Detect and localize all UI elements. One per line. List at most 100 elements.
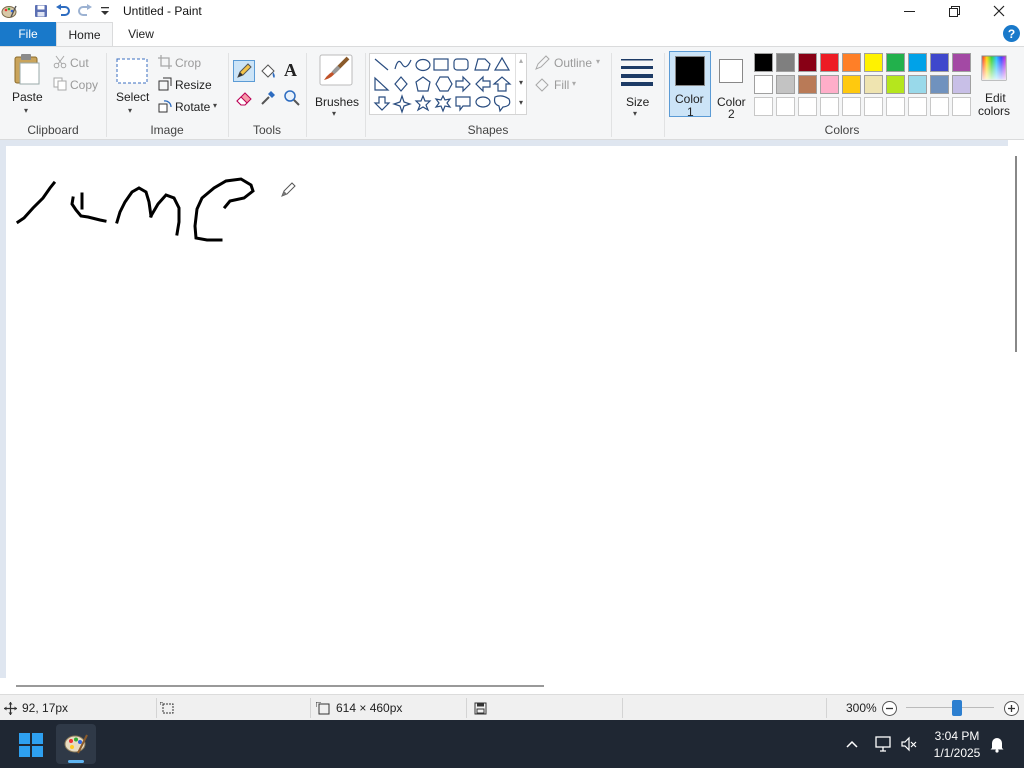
- drawing-canvas[interactable]: [6, 146, 1008, 678]
- palette-swatch-empty[interactable]: [820, 97, 839, 116]
- resize-icon: [158, 77, 172, 91]
- fill-button[interactable]: Fill ▾: [533, 75, 605, 95]
- palette-swatch[interactable]: [820, 53, 839, 72]
- crop-button[interactable]: Crop: [156, 53, 222, 73]
- chevron-down-icon[interactable]: ▾: [519, 78, 523, 87]
- vertical-scroll-thumb[interactable]: [1015, 156, 1017, 352]
- close-button[interactable]: [976, 0, 1022, 22]
- cut-button[interactable]: Cut: [52, 53, 104, 73]
- palette-swatch[interactable]: [842, 75, 861, 94]
- minimize-button[interactable]: [886, 0, 932, 22]
- clipboard-icon: [14, 54, 40, 85]
- palette-swatch[interactable]: [908, 53, 927, 72]
- brushes-button[interactable]: Brushes ▾: [310, 51, 362, 119]
- redo-icon[interactable]: [76, 3, 94, 19]
- palette-swatch[interactable]: [952, 53, 971, 72]
- shapes-gallery[interactable]: ▴ ▾ ▾: [369, 53, 527, 115]
- chevron-down-icon: ▾: [213, 101, 218, 110]
- rotate-button[interactable]: Rotate ▾: [156, 97, 222, 117]
- palette-swatch-empty[interactable]: [930, 97, 949, 116]
- edit-colors-label-1: Edit: [985, 91, 1006, 105]
- save-icon[interactable]: [32, 3, 50, 19]
- palette-swatch[interactable]: [952, 75, 971, 94]
- size-button[interactable]: Size ▾: [615, 51, 659, 119]
- outline-button[interactable]: Outline ▾: [533, 53, 605, 73]
- text-icon: A: [284, 60, 297, 80]
- palette-swatch[interactable]: [908, 75, 927, 94]
- eraser-tool-button[interactable]: [233, 87, 255, 109]
- rainbow-palette-icon: [981, 55, 1007, 81]
- taskbar-paint-app[interactable]: [56, 724, 96, 764]
- tools-group-label: Tools: [252, 123, 281, 137]
- chevron-down-icon: ▾: [332, 109, 337, 118]
- brushes-label: Brushes: [315, 95, 360, 109]
- color2-button[interactable]: Color 2: [713, 51, 751, 121]
- zoom-slider[interactable]: [906, 700, 994, 716]
- tab-home[interactable]: Home: [56, 22, 113, 46]
- vertical-scrollbar[interactable]: [1008, 140, 1024, 694]
- palette-swatch-empty[interactable]: [908, 97, 927, 116]
- chevron-up-icon[interactable]: ▴: [519, 56, 523, 65]
- clock-date[interactable]: 1/1/2025: [926, 746, 988, 760]
- palette-swatch[interactable]: [864, 75, 883, 94]
- select-button[interactable]: Select ▾: [112, 51, 152, 119]
- notifications-button[interactable]: [988, 735, 1006, 753]
- outline-icon: [535, 55, 550, 70]
- palette-swatch-empty[interactable]: [842, 97, 861, 116]
- color-picker-tool-button[interactable]: [257, 87, 279, 109]
- palette-swatch[interactable]: [754, 53, 773, 72]
- color1-label: Color: [675, 92, 704, 106]
- palette-swatch[interactable]: [754, 75, 773, 94]
- palette-swatch[interactable]: [776, 53, 795, 72]
- volume-button[interactable]: [900, 735, 918, 753]
- selection-size-icon: [160, 702, 174, 714]
- title-bar: Untitled - Paint: [0, 0, 1024, 22]
- text-tool-button[interactable]: A: [281, 60, 303, 82]
- palette-swatch[interactable]: [842, 53, 861, 72]
- palette-swatch[interactable]: [886, 75, 905, 94]
- undo-icon[interactable]: [54, 3, 72, 19]
- zoom-in-button[interactable]: [1003, 700, 1020, 717]
- paint-app-icon[interactable]: [0, 3, 18, 19]
- network-button[interactable]: [874, 735, 892, 753]
- palette-swatch[interactable]: [798, 75, 817, 94]
- palette-swatch[interactable]: [886, 53, 905, 72]
- resize-button[interactable]: Resize: [156, 75, 222, 95]
- tab-view[interactable]: View: [118, 22, 164, 46]
- palette-swatch-empty[interactable]: [776, 97, 795, 116]
- palette-swatch-empty[interactable]: [864, 97, 883, 116]
- magnifier-tool-button[interactable]: [281, 87, 303, 109]
- show-hidden-icons-button[interactable]: [844, 736, 860, 752]
- maximize-button[interactable]: [931, 0, 977, 22]
- expand-gallery-icon[interactable]: ▾: [519, 98, 523, 107]
- palette-swatch[interactable]: [776, 75, 795, 94]
- palette-swatch-empty[interactable]: [886, 97, 905, 116]
- outline-label: Outline: [554, 56, 593, 70]
- palette-swatch[interactable]: [820, 75, 839, 94]
- paste-button[interactable]: Paste ▾: [4, 51, 48, 119]
- copy-button[interactable]: Copy: [52, 75, 104, 95]
- palette-swatch[interactable]: [864, 53, 883, 72]
- horizontal-scrollbar[interactable]: [0, 678, 1008, 694]
- horizontal-scroll-thumb[interactable]: [16, 685, 544, 687]
- palette-swatch[interactable]: [930, 75, 949, 94]
- help-button[interactable]: ?: [1003, 25, 1020, 42]
- group-divider: [611, 53, 612, 137]
- clock-time[interactable]: 3:04 PM: [926, 729, 988, 743]
- palette-swatch-empty[interactable]: [798, 97, 817, 116]
- freehand-drawing: [15, 177, 296, 242]
- palette-swatch[interactable]: [798, 53, 817, 72]
- palette-swatch-empty[interactable]: [952, 97, 971, 116]
- palette-swatch-empty[interactable]: [754, 97, 773, 116]
- zoom-out-button[interactable]: [881, 700, 898, 717]
- edit-colors-button[interactable]: Edit colors: [976, 51, 1012, 119]
- shapes-scroll[interactable]: ▴ ▾ ▾: [515, 54, 527, 114]
- palette-swatch[interactable]: [930, 53, 949, 72]
- zoom-slider-thumb[interactable]: [952, 700, 962, 716]
- tab-file[interactable]: File: [0, 22, 56, 46]
- fill-tool-button[interactable]: [257, 60, 279, 82]
- color1-button[interactable]: Color 1: [669, 51, 711, 119]
- start-button[interactable]: [18, 732, 44, 758]
- pencil-tool-button[interactable]: [233, 60, 255, 82]
- customize-quick-access-icon[interactable]: [96, 3, 114, 19]
